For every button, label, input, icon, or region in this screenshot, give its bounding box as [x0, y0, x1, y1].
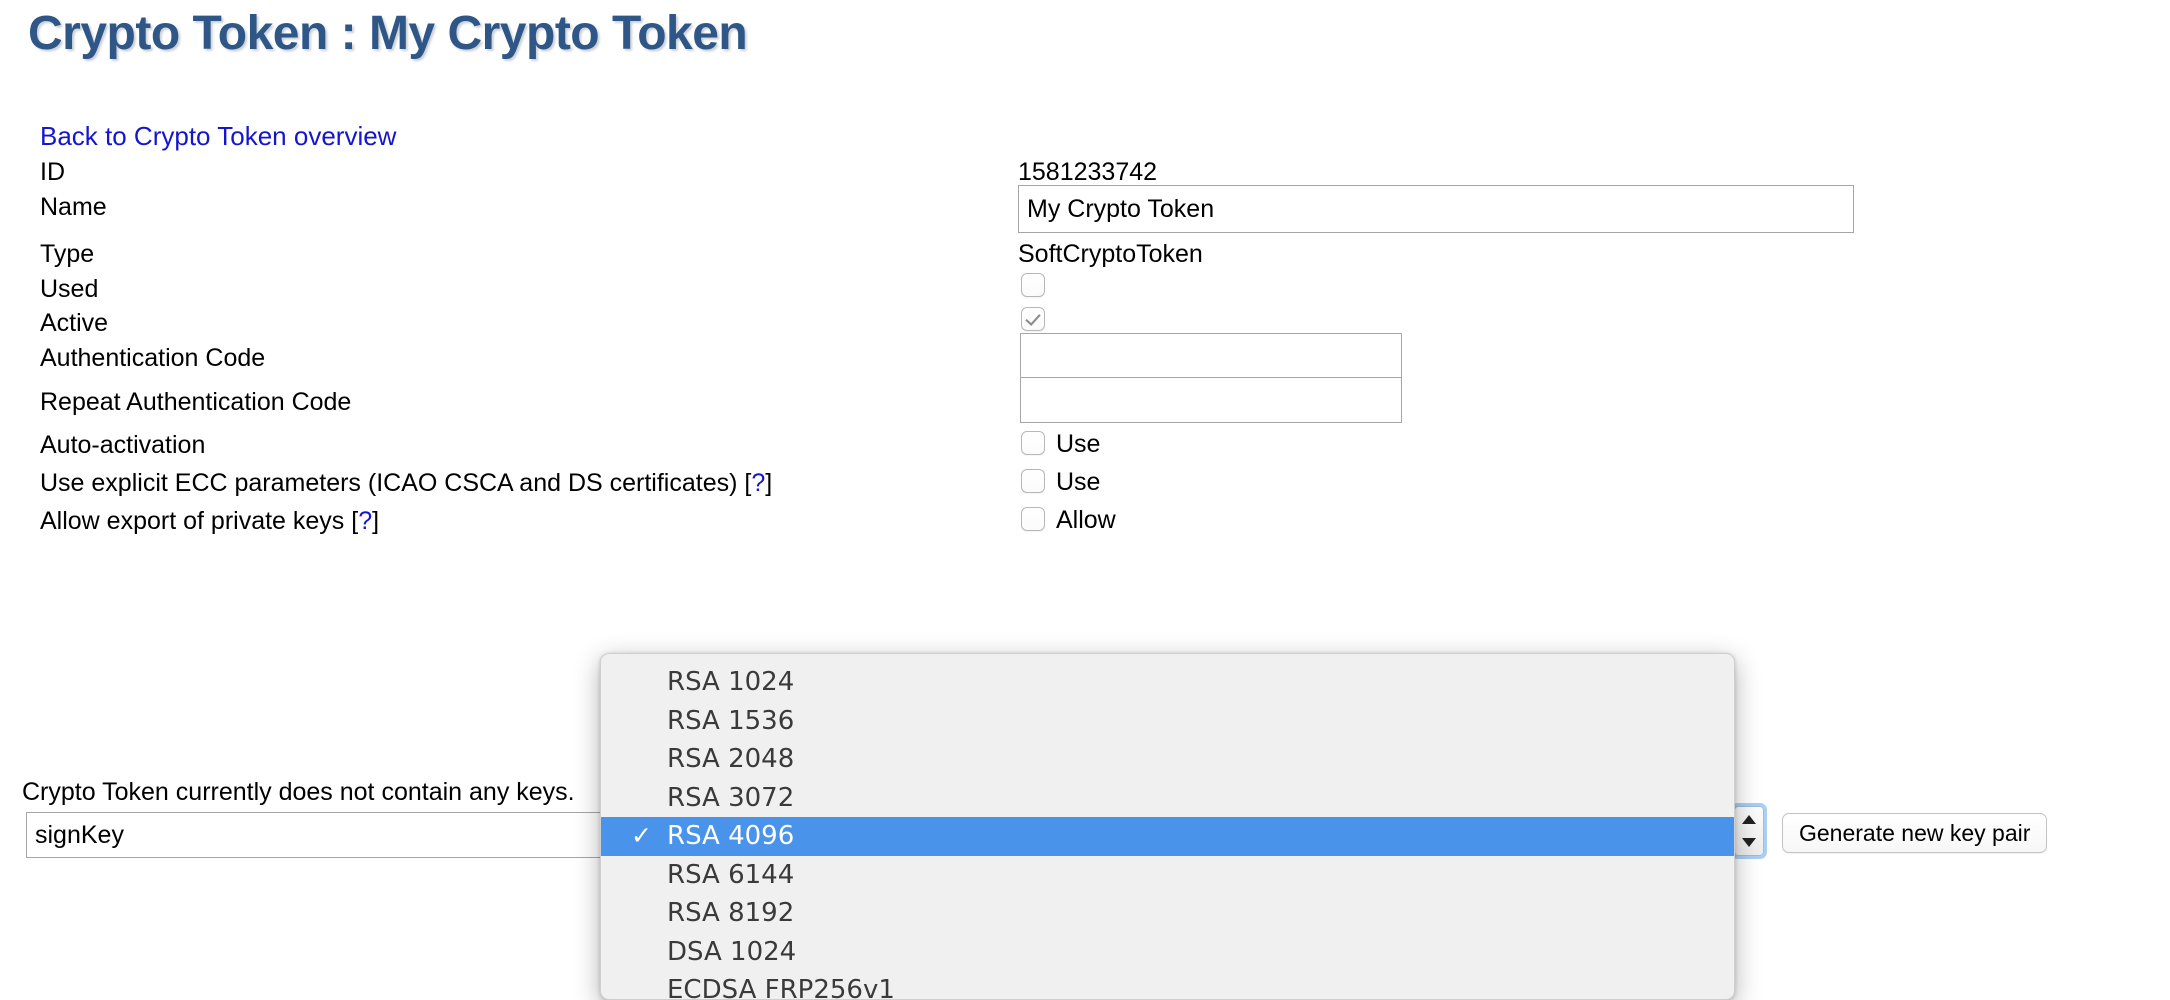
dropdown-option[interactable]: DSA 1024 [601, 933, 1734, 972]
allow-export-help-icon[interactable]: [?] [351, 507, 379, 535]
form-row-auto-activation: Auto-activation Use [0, 428, 2170, 466]
form-row-name: Name [0, 185, 2170, 237]
auto-activation-checkbox-label: Use [1056, 430, 1101, 458]
dropdown-option[interactable]: RSA 1536 [601, 702, 1734, 741]
label-type: Type [40, 240, 95, 268]
form-row-allow-export: Allow export of private keys [?] Allow [0, 504, 2170, 542]
dropdown-option[interactable]: RSA 2048 [601, 740, 1734, 779]
label-authentication-code: Authentication Code [40, 344, 266, 372]
auto-activation-checkbox[interactable] [1021, 431, 1045, 455]
allow-export-checkbox-label: Allow [1056, 506, 1116, 534]
dropdown-option[interactable]: RSA 6144 [601, 856, 1734, 895]
label-allow-export-text: Allow export of private keys [40, 507, 345, 535]
label-name: Name [40, 193, 107, 221]
label-explicit-ecc-text: Use explicit ECC parameters (ICAO CSCA a… [40, 469, 738, 497]
stepper-up-icon [1742, 815, 1756, 824]
explicit-ecc-help-icon[interactable]: [?] [744, 469, 772, 497]
crypto-token-form: ID 1581233742 Name Type SoftCryptoToken … [0, 155, 2170, 542]
used-checkbox[interactable] [1021, 273, 1045, 297]
form-row-used: Used [0, 272, 2170, 306]
authentication-code-input[interactable] [1020, 333, 1402, 379]
form-row-type: Type SoftCryptoToken [0, 237, 2170, 272]
dropdown-option[interactable]: ECDSA FRP256v1 [601, 971, 1734, 999]
key-spec-dropdown-menu[interactable]: RSA 1024RSA 1536RSA 2048RSA 3072RSA 4096… [600, 653, 1735, 1000]
label-id: ID [40, 158, 65, 186]
stepper-down-icon [1742, 838, 1756, 847]
key-spec-stepper[interactable] [1734, 806, 1764, 856]
page-title: Crypto Token : My Crypto Token [28, 7, 748, 60]
name-input[interactable] [1018, 185, 1854, 233]
allow-export-checkbox[interactable] [1021, 507, 1045, 531]
label-explicit-ecc: Use explicit ECC parameters (ICAO CSCA a… [40, 466, 772, 500]
dropdown-option[interactable]: RSA 4096 [601, 817, 1734, 856]
no-keys-message: Crypto Token currently does not contain … [22, 778, 575, 806]
value-type: SoftCryptoToken [1018, 240, 1203, 268]
repeat-authentication-code-input[interactable] [1020, 377, 1402, 423]
dropdown-option[interactable]: RSA 3072 [601, 779, 1734, 818]
label-used: Used [40, 275, 99, 303]
label-allow-export: Allow export of private keys [?] [40, 504, 379, 538]
label-auto-activation: Auto-activation [40, 431, 206, 459]
dropdown-option[interactable]: RSA 1024 [601, 663, 1734, 702]
value-id: 1581233742 [1018, 158, 1158, 186]
form-row-repeat-authentication-code: Repeat Authentication Code [0, 377, 2170, 428]
explicit-ecc-checkbox-label: Use [1056, 468, 1101, 496]
back-to-overview-link[interactable]: Back to Crypto Token overview [40, 121, 396, 152]
dropdown-option[interactable]: RSA 8192 [601, 894, 1734, 933]
form-row-explicit-ecc: Use explicit ECC parameters (ICAO CSCA a… [0, 466, 2170, 504]
active-checkbox[interactable] [1021, 307, 1045, 331]
label-repeat-authentication-code: Repeat Authentication Code [40, 388, 352, 416]
label-active: Active [40, 309, 109, 337]
generate-new-key-pair-button[interactable]: Generate new key pair [1782, 813, 2048, 853]
explicit-ecc-checkbox[interactable] [1021, 469, 1045, 493]
